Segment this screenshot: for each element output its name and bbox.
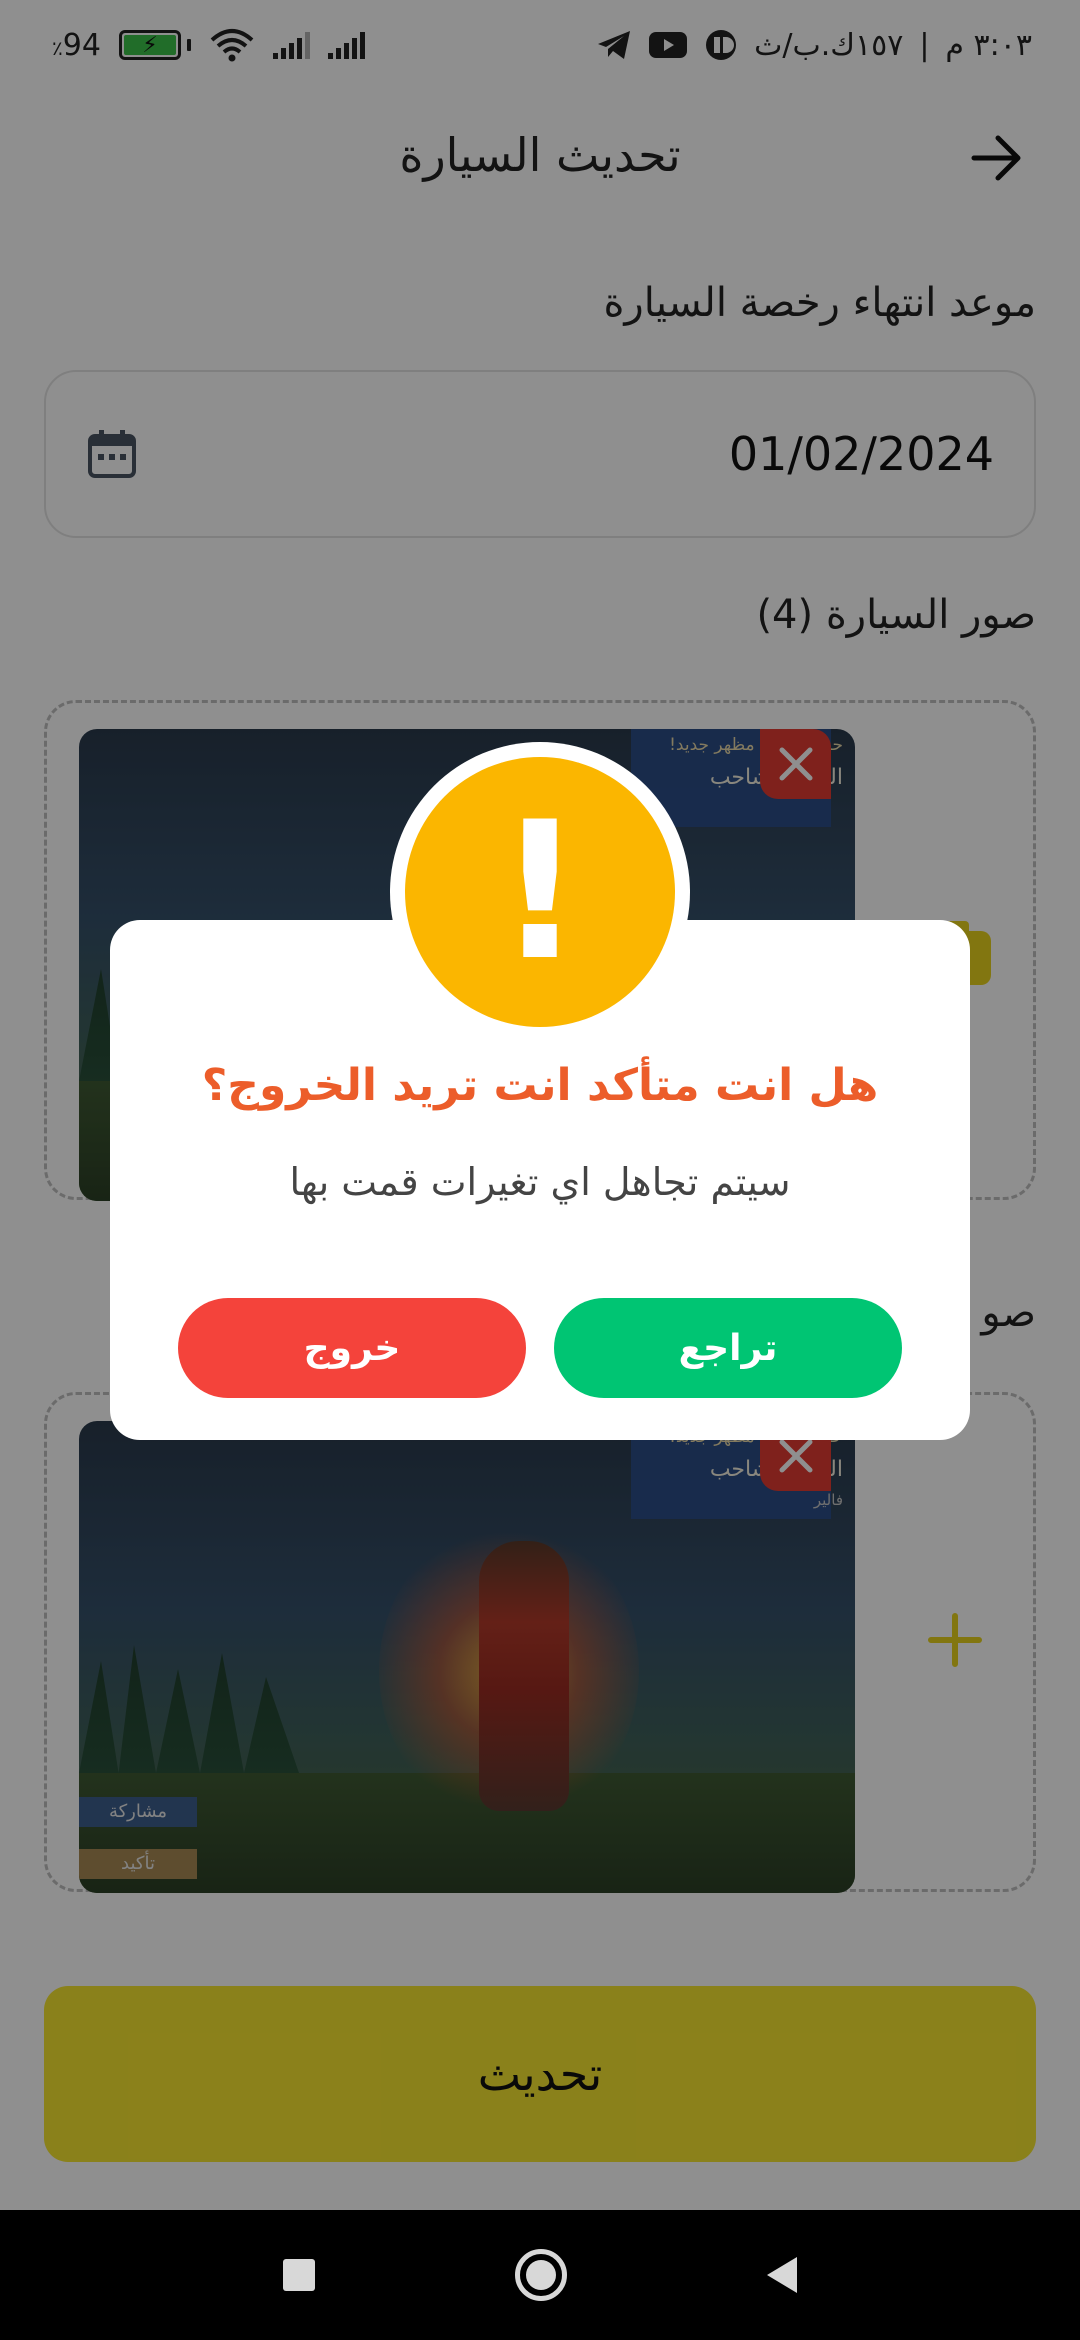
exit-button[interactable]: خروج	[178, 1298, 526, 1398]
cancel-button[interactable]: تراجع	[554, 1298, 902, 1398]
recent-apps-icon[interactable]	[283, 2259, 315, 2291]
system-nav-bar	[0, 2210, 1080, 2340]
warning-badge: !	[390, 742, 690, 1042]
home-icon[interactable]	[515, 2249, 567, 2301]
dialog-title: هل انت متأكد انت تريد الخروج؟	[201, 1060, 879, 1111]
warning-exclamation-icon: !	[405, 757, 675, 1027]
nav-back-icon[interactable]	[767, 2257, 797, 2293]
dialog-message: سيتم تجاهل اي تغيرات قمت بها	[289, 1160, 791, 1204]
